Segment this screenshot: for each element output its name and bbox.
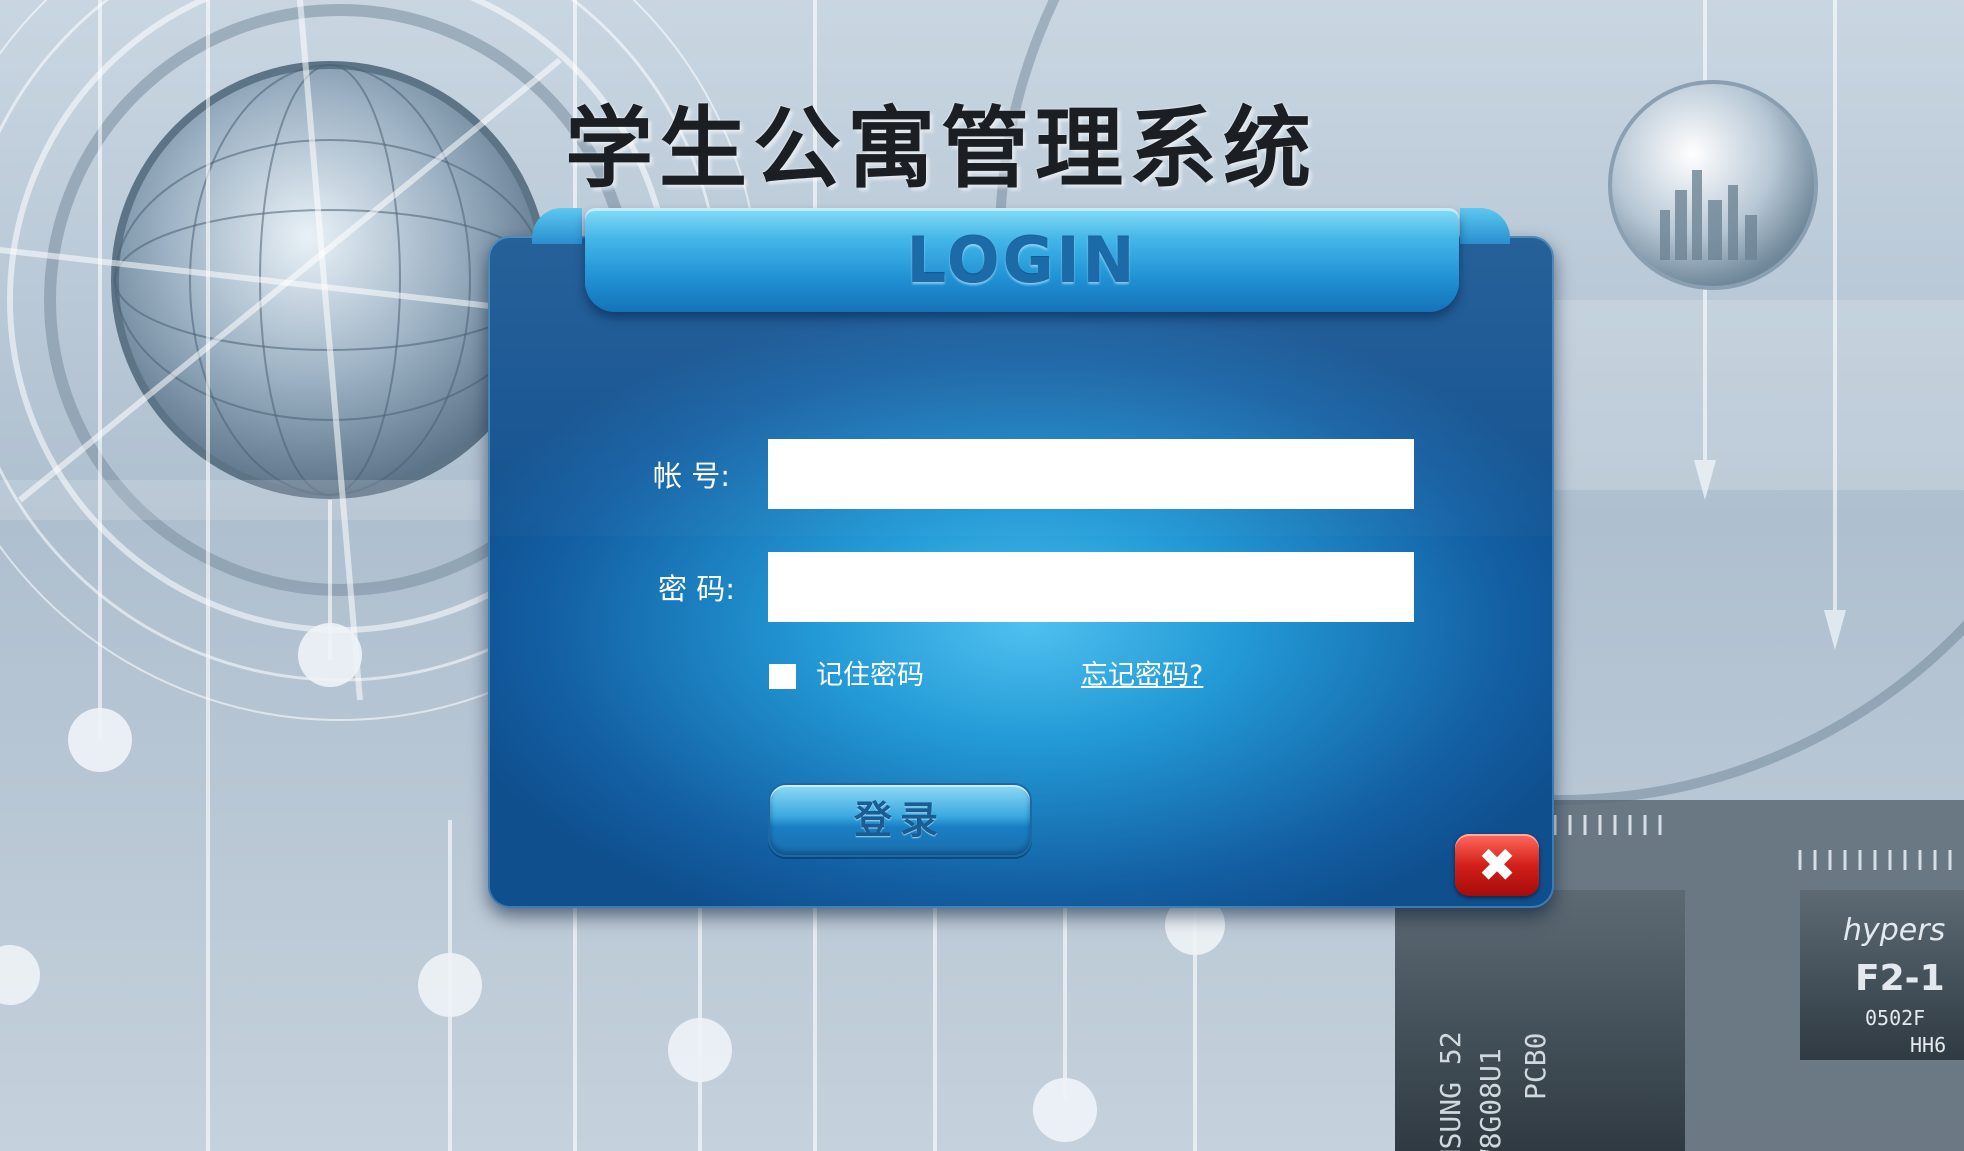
login-banner-title: LOGIN	[906, 224, 1138, 297]
chip-code-text: HH6	[1910, 1033, 1946, 1057]
app-title: 学生公寓管理系统	[565, 96, 1318, 200]
account-input[interactable]	[768, 439, 1414, 509]
remember-password-checkbox[interactable]	[769, 664, 796, 689]
chip-text: SAMSUNG 52	[1434, 1031, 1467, 1151]
globe-graphic	[111, 61, 549, 499]
close-icon: ✖	[1477, 838, 1517, 892]
chip-model-text: F2-1	[1855, 958, 1945, 999]
remember-password-label[interactable]: 记住密码	[816, 658, 924, 694]
close-button[interactable]: ✖	[1455, 834, 1539, 896]
password-input[interactable]	[768, 552, 1414, 622]
login-button[interactable]: 登录	[768, 783, 1032, 857]
account-label: 帐 号:	[653, 459, 730, 493]
chip-text: PCB0	[1519, 1033, 1552, 1100]
forgot-password-link[interactable]: 忘记密码?	[1081, 658, 1203, 694]
chip-code-text: 0502F	[1865, 1006, 1925, 1030]
chip-brand-text: hypers	[1843, 913, 1945, 948]
password-label: 密 码:	[658, 572, 735, 606]
chip-text: K9W8G08U1	[1474, 1048, 1507, 1151]
